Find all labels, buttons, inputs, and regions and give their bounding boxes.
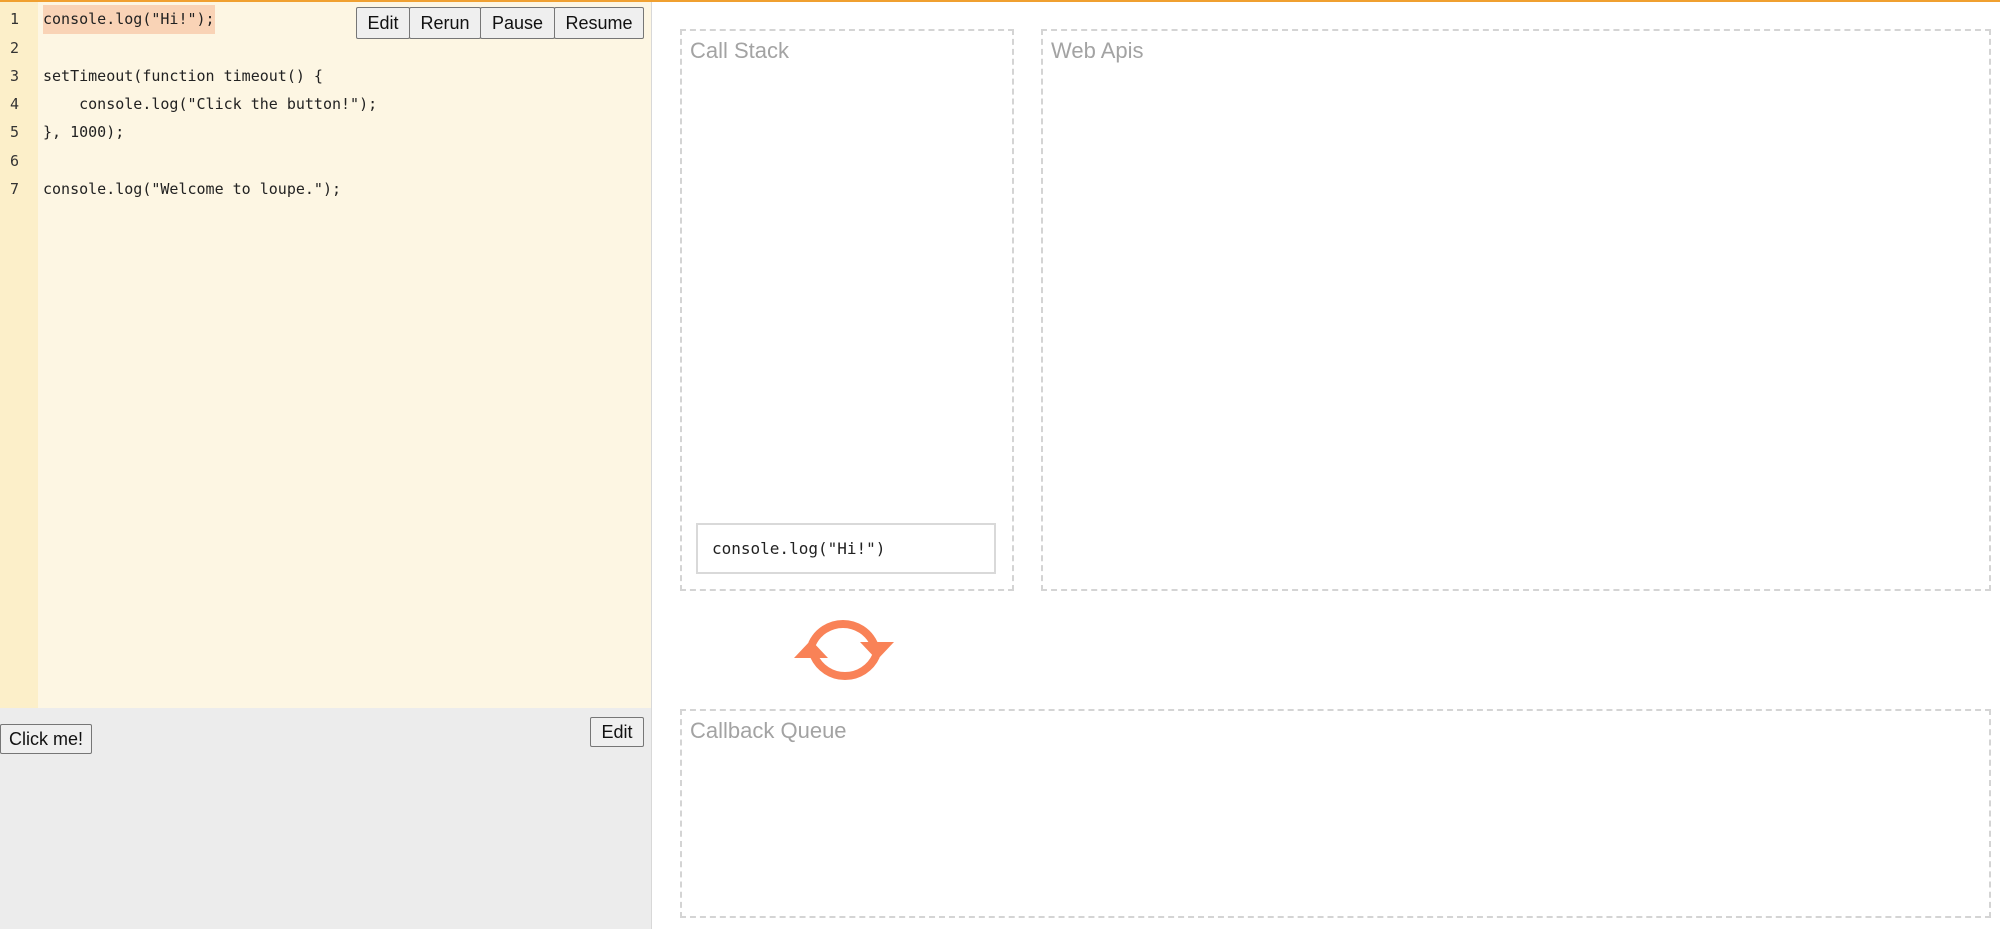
line-number: 7 xyxy=(10,180,20,198)
call-stack-title: Call Stack xyxy=(690,38,790,63)
resume-button[interactable]: Resume xyxy=(554,7,644,39)
web-apis-panel: Web Apis xyxy=(1041,29,1991,591)
code-text: console.log("Click the button!"); xyxy=(43,95,378,113)
code-text: console.log("Welcome to loupe."); xyxy=(43,180,342,198)
edit-html-button[interactable]: Edit xyxy=(590,717,644,747)
line-number: 3 xyxy=(10,67,20,85)
code-line[interactable]: 4 console.log("Click the button!"); xyxy=(0,90,651,119)
web-apis-title: Web Apis xyxy=(1051,38,1144,63)
code-line[interactable]: 3 setTimeout(function timeout() { xyxy=(0,62,651,91)
call-stack-panel: Call Stack console.log("Hi!") xyxy=(680,29,1014,591)
pause-button[interactable]: Pause xyxy=(480,7,555,39)
code-line[interactable]: 6 xyxy=(0,147,651,176)
html-output-pane: Click me! Edit xyxy=(0,708,651,929)
line-number: 6 xyxy=(10,152,20,170)
line-number: 2 xyxy=(10,39,20,57)
code-editor[interactable]: 1 console.log("Hi!"); 2 3 setTimeout(fun… xyxy=(0,2,651,708)
code-text: }, 1000); xyxy=(43,123,125,141)
edit-code-button[interactable]: Edit xyxy=(356,7,410,39)
line-number: 1 xyxy=(10,10,20,28)
code-text: setTimeout(function timeout() { xyxy=(43,67,323,85)
line-number: 4 xyxy=(10,95,20,113)
line-number: 5 xyxy=(10,123,20,141)
code-line[interactable]: 7 console.log("Welcome to loupe."); xyxy=(0,175,651,204)
callback-queue-panel: Callback Queue xyxy=(680,709,1991,918)
left-pane: 1 console.log("Hi!"); 2 3 setTimeout(fun… xyxy=(0,2,652,929)
code-line[interactable]: 5 }, 1000); xyxy=(0,118,651,147)
click-me-button[interactable]: Click me! xyxy=(0,724,92,754)
callback-queue-title: Callback Queue xyxy=(690,718,847,743)
call-stack-frame[interactable]: console.log("Hi!") xyxy=(696,523,996,574)
refresh-icon xyxy=(794,620,894,680)
rerun-button[interactable]: Rerun xyxy=(409,7,481,39)
code-text-highlighted: console.log("Hi!"); xyxy=(43,5,215,34)
